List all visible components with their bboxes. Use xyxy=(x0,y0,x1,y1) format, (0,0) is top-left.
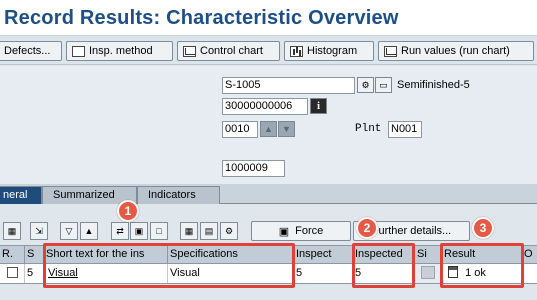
marker-3: 3 xyxy=(472,217,494,239)
settings-icon[interactable]: ⚙ xyxy=(220,222,238,240)
column-header-o[interactable]: O xyxy=(522,246,537,264)
column-header-r[interactable]: R. xyxy=(0,246,25,264)
table-row[interactable]: 5 Visual Visual 5 5 1 ok xyxy=(0,264,537,284)
table-icon[interactable]: ▤ xyxy=(200,222,218,240)
plant-field[interactable]: N001 xyxy=(388,121,422,138)
force-lock-icon: ▣ xyxy=(278,225,290,238)
insp-method-button[interactable]: Insp. method xyxy=(66,41,173,61)
cell-short-text[interactable]: Visual xyxy=(44,264,168,283)
column-header-result[interactable]: Result xyxy=(442,246,522,264)
calculator-icon[interactable]: ▦ xyxy=(180,222,198,240)
document-icon xyxy=(72,45,85,57)
si-icon xyxy=(421,266,435,279)
marker-2: 2 xyxy=(356,217,378,239)
tab-general[interactable]: neral xyxy=(0,186,42,204)
row-select-checkbox-cell[interactable] xyxy=(0,264,25,283)
plant-label: Plnt xyxy=(355,123,382,135)
cell-o xyxy=(522,264,537,283)
marker-1: 1 xyxy=(117,200,139,222)
defects-button[interactable]: Defects... xyxy=(0,41,62,61)
unlock-icon[interactable]: □ xyxy=(150,222,168,240)
histogram-icon xyxy=(290,45,303,57)
page-title: Record Results: Characteristic Overview xyxy=(4,7,399,29)
tab-indicators[interactable]: Indicators xyxy=(137,186,220,204)
export-icon[interactable]: ⇲ xyxy=(30,222,48,240)
histogram-label: Histogram xyxy=(307,45,358,57)
run-values-button[interactable]: Run values (run chart) xyxy=(378,41,534,61)
info-icon[interactable]: i xyxy=(310,98,327,114)
title-bar: Record Results: Characteristic Overview xyxy=(0,0,537,36)
operation-field[interactable]: 0010 xyxy=(222,121,258,138)
column-header-inspect[interactable]: Inspect xyxy=(294,246,353,264)
header-form: S-1005 ⚙ ▭ Semifinished-5 30000000006 i … xyxy=(0,66,537,184)
copy-icon[interactable]: ▭ xyxy=(375,77,392,93)
control-chart-icon xyxy=(183,45,196,57)
details-icon[interactable]: ▦ xyxy=(3,222,21,240)
run-values-label: Run values (run chart) xyxy=(401,45,510,57)
control-chart-label: Control chart xyxy=(200,45,263,57)
grid-bottom xyxy=(0,285,537,300)
column-header-short-text[interactable]: Short text for the ins xyxy=(44,246,168,264)
column-header-specifications[interactable]: Specifications xyxy=(168,246,294,264)
inspection-lot-field[interactable]: 30000000006 xyxy=(222,98,308,115)
cell-inspect: 5 xyxy=(294,264,353,283)
force-label: Force xyxy=(295,225,324,237)
result-document-icon xyxy=(448,266,458,278)
insp-method-label: Insp. method xyxy=(89,45,153,57)
further-details-label: Further details... xyxy=(371,225,452,237)
control-chart-button[interactable]: Control chart xyxy=(177,41,280,61)
cell-inspected[interactable]: 5 xyxy=(353,264,415,283)
material-description: Semifinished-5 xyxy=(397,79,470,91)
row-select-checkbox[interactable] xyxy=(7,267,18,278)
grid-toolbar: ▦ ⇲ ▽ ▲ ⇄ ▣ □ ▦ ▤ ⚙ ▣ Force Further deta… xyxy=(0,205,537,245)
cell-s: 5 xyxy=(25,264,44,283)
lock-icon[interactable]: ▣ xyxy=(130,222,148,240)
material-field[interactable]: S-1005 xyxy=(222,77,355,94)
cell-specifications: Visual xyxy=(168,264,294,283)
select-icon[interactable]: ⇄ xyxy=(111,222,129,240)
column-header-si[interactable]: Si xyxy=(415,246,442,264)
arrow-up-icon[interactable]: ▲ xyxy=(260,121,277,137)
run-chart-icon xyxy=(384,45,397,57)
column-header-s[interactable]: S xyxy=(25,246,44,264)
arrow-down-icon[interactable]: ▼ xyxy=(278,121,295,137)
cell-si[interactable] xyxy=(415,264,442,283)
column-header-inspected[interactable]: Inspected xyxy=(353,246,415,264)
result-value: 1 ok xyxy=(465,267,486,279)
grid-header: R. S Short text for the ins Specificatio… xyxy=(0,245,537,264)
tab-strip: neral Summarized Indicators xyxy=(0,184,537,204)
application-toolbar: Defects... Insp. method Control chart Hi… xyxy=(0,37,537,65)
defects-label: Defects... xyxy=(4,45,51,57)
histogram-button[interactable]: Histogram xyxy=(284,41,374,61)
force-button[interactable]: ▣ Force xyxy=(251,221,351,241)
number-field[interactable]: 1000009 xyxy=(222,160,285,177)
filter-icon[interactable]: ▽ xyxy=(60,222,78,240)
display-object-icon[interactable]: ⚙ xyxy=(357,77,374,93)
sort-icon[interactable]: ▲ xyxy=(80,222,98,240)
cell-result[interactable]: 1 ok xyxy=(442,264,522,283)
info-icon-glyph: i xyxy=(316,100,321,112)
